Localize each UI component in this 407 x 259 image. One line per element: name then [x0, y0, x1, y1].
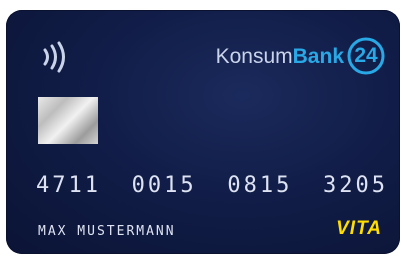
bank-logo: Konsum Bank 24 [216, 34, 386, 78]
contactless-icon [43, 41, 65, 73]
cardholder-name: MAX MUSTERMANN [38, 224, 176, 239]
chip-icon [38, 97, 98, 144]
card-number: 4711 0015 0815 3205 [36, 173, 388, 198]
logo-text-konsum: Konsum [215, 44, 293, 68]
logo-badge-number: 24 [354, 44, 378, 67]
card-number-group: 4711 [36, 173, 101, 198]
card-number-group: 0815 [227, 173, 293, 198]
card-number-group: 0015 [131, 173, 197, 198]
logo-badge: 24 [346, 36, 386, 76]
logo-text-bank: Bank [292, 44, 344, 68]
card-number-group: 3205 [323, 173, 388, 198]
product-label: VITA [336, 218, 382, 239]
bank-card: Konsum Bank 24 4711 0015 0815 3205 MAX M… [6, 10, 400, 254]
